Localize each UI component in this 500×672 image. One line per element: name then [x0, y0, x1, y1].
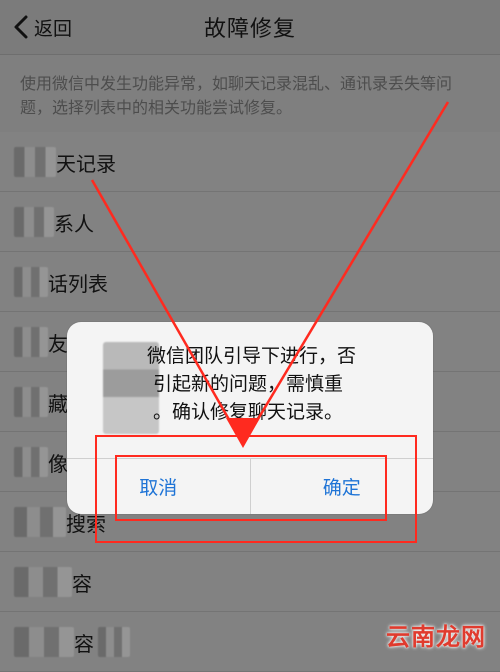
navigation-bar: 返回 故障修复 — [0, 0, 500, 55]
list-item-label: 容 — [74, 632, 94, 656]
list-item-chat-history[interactable]: 天记录 — [0, 132, 500, 192]
dialog-line-2: 引起新的问题，需慎重 — [153, 373, 344, 395]
list-item-label: 天记录 — [56, 152, 116, 176]
page-title: 故障修复 — [203, 17, 296, 42]
list-item-content-1[interactable]: 容 — [0, 552, 500, 612]
list-item-label: 像 — [48, 452, 68, 476]
blurred-text — [14, 327, 48, 357]
blurred-text — [14, 507, 66, 537]
confirm-dialog: 微信团队引导下进行，否 引起新的问题，需慎重 。确认修复聊天记录。 取消 确定 — [67, 322, 433, 514]
blurred-text — [14, 567, 72, 597]
dialog-message: 微信团队引导下进行，否 引起新的问题，需慎重 。确认修复聊天记录。 — [67, 342, 433, 426]
dialog-line-1: 微信团队引导下进行，否 — [147, 345, 357, 367]
blurred-text — [14, 447, 48, 477]
list-item-label: 藏 — [48, 392, 68, 416]
blurred-text — [14, 147, 56, 177]
list-item-label: 话列表 — [48, 272, 108, 296]
dialog-buttons: 取消 确定 — [67, 459, 433, 514]
list-item-conversation-list[interactable]: 话列表 — [0, 252, 500, 312]
confirm-button[interactable]: 确定 — [251, 459, 434, 514]
list-item-contacts[interactable]: 系人 — [0, 192, 500, 252]
blurred-text — [98, 627, 130, 657]
blurred-text — [14, 207, 54, 237]
dialog-line-3: 。确认修复聊天记录。 — [153, 401, 344, 423]
watermark-logo: 云南龙网 — [386, 623, 486, 651]
list-item-label: 容 — [72, 572, 92, 596]
cancel-button[interactable]: 取消 — [67, 459, 250, 514]
description-text: 使用微信中发生功能异常，如聊天记录混乱、通讯录丢失等问题，选择列表中的相关功能尝… — [20, 74, 453, 117]
list-item-label: 系人 — [54, 212, 94, 236]
blurred-text — [14, 627, 74, 657]
blurred-text — [14, 267, 48, 297]
blurred-text — [14, 387, 48, 417]
